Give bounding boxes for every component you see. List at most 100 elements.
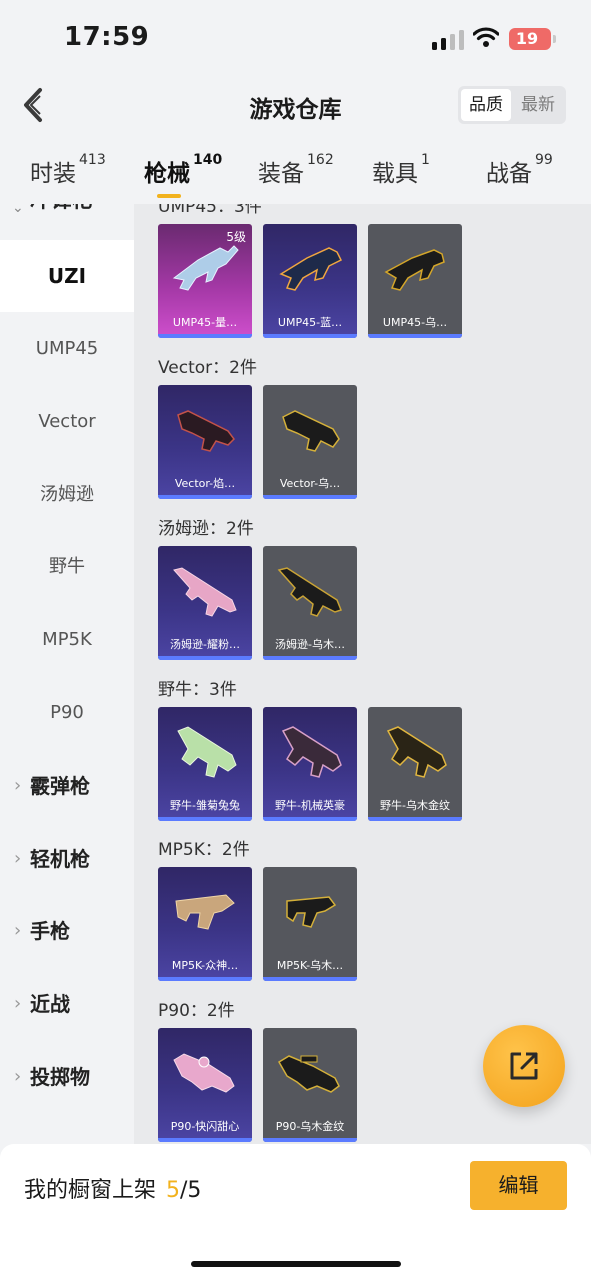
- smg-icon: [177, 726, 237, 778]
- rarity-bar: [158, 495, 252, 499]
- smg-icon: [279, 247, 343, 291]
- weapon-card[interactable]: Vector-焰…: [158, 385, 252, 499]
- tab-guns[interactable]: 枪械140: [144, 152, 223, 194]
- rarity-bar: [263, 817, 357, 821]
- weapon-card[interactable]: 野牛-雏菊兔兔: [158, 707, 252, 821]
- sort-newest-button[interactable]: 最新: [513, 89, 563, 121]
- weapon-name: P90-快闪甜心: [170, 1120, 240, 1133]
- tab-equipment[interactable]: 装备162: [258, 152, 334, 194]
- weapon-name: MP5K-众神…: [171, 959, 239, 972]
- smg-icon: [277, 1055, 340, 1093]
- share-button[interactable]: [483, 1025, 565, 1107]
- weapon-name: P90-乌木金纹: [275, 1120, 345, 1133]
- weapon-card[interactable]: MP5K-众神…: [158, 867, 252, 981]
- weapon-name: 汤姆逊-耀粉…: [170, 638, 240, 651]
- smg-icon: [282, 410, 340, 452]
- weapon-name: Vector-乌…: [279, 477, 341, 490]
- sidebar-category-label: 霰弹枪: [30, 774, 90, 798]
- sidebar-item-vector[interactable]: Vector: [0, 386, 134, 458]
- showcase-label: 我的橱窗上架 5/5: [24, 1172, 201, 1204]
- weapon-card[interactable]: 野牛-机械英豪: [263, 707, 357, 821]
- tab-supplies[interactable]: 战备99: [486, 152, 553, 194]
- weapon-name: 汤姆逊-乌木…: [275, 638, 345, 651]
- sidebar-category-shotgun[interactable]: › 霰弹枪: [0, 750, 134, 822]
- sidebar-category-label: 轻机枪: [30, 847, 90, 871]
- showcase-total-count: /5: [180, 1178, 202, 1203]
- sidebar-category-throwable[interactable]: › 投掷物: [0, 1041, 134, 1113]
- weapon-name: MP5K-乌木…: [276, 959, 344, 972]
- weapon-name: Vector-焰…: [174, 477, 236, 490]
- weapon-card[interactable]: MP5K-乌木…: [263, 867, 357, 981]
- sidebar-item-thompson[interactable]: 汤姆逊: [0, 459, 134, 531]
- sidebar-category-label: 近战: [30, 992, 70, 1016]
- weapon-name: UMP45-量…: [172, 316, 238, 329]
- tab-label: 载具: [372, 161, 418, 187]
- smg-icon: [286, 896, 337, 928]
- smg-icon: [177, 410, 235, 452]
- sidebar-item-p90[interactable]: P90: [0, 677, 134, 749]
- home-indicator[interactable]: [191, 1261, 401, 1267]
- showcase-current-count: 5: [166, 1178, 181, 1203]
- smg-icon: [173, 567, 237, 617]
- sidebar-category-lmg[interactable]: › 轻机枪: [0, 823, 134, 895]
- group-title-thompson: 汤姆逊：2件: [158, 519, 254, 539]
- active-tab-indicator: [157, 194, 181, 198]
- wifi-icon: [473, 27, 499, 47]
- weapon-level-badge: 5级: [226, 230, 246, 244]
- status-time: 17:59: [64, 22, 150, 52]
- sidebar-item-ump45[interactable]: UMP45: [0, 313, 134, 385]
- weapon-card[interactable]: 野牛-乌木金纹: [368, 707, 462, 821]
- weapon-card[interactable]: UMP45-蓝…: [263, 224, 357, 338]
- smg-icon: [277, 567, 342, 617]
- chevron-right-icon: ›: [14, 993, 22, 1014]
- weapon-card[interactable]: P90-快闪甜心: [158, 1028, 252, 1142]
- chevron-right-icon: ›: [14, 920, 22, 941]
- weapon-name: UMP45-蓝…: [277, 316, 343, 329]
- share-icon: [510, 1052, 538, 1080]
- sidebar-category-melee[interactable]: › 近战: [0, 968, 134, 1040]
- sidebar-category-pistol[interactable]: › 手枪: [0, 895, 134, 967]
- rarity-bar: [263, 656, 357, 660]
- tab-label: 装备: [258, 161, 304, 187]
- smg-icon: [173, 1053, 235, 1093]
- smg-icon: [384, 249, 445, 291]
- weapon-card[interactable]: UMP45-乌…: [368, 224, 462, 338]
- weapon-card[interactable]: 汤姆逊-乌木…: [263, 546, 357, 660]
- chevron-right-icon: ›: [14, 775, 22, 796]
- tab-count: 140: [193, 152, 223, 168]
- sidebar-item-uzi[interactable]: UZI: [0, 240, 134, 312]
- weapon-grid: UMP45：3件 5级 UMP45-量… UMP45-蓝… UMP45-乌… V…: [134, 204, 591, 1144]
- battery-level: 19: [515, 29, 539, 48]
- rarity-bar: [158, 1138, 252, 1142]
- sort-quality-button[interactable]: 品质: [461, 89, 511, 121]
- group-title-vector: Vector：2件: [158, 358, 257, 378]
- cellular-signal-icon: [432, 30, 464, 50]
- weapon-card[interactable]: Vector-乌…: [263, 385, 357, 499]
- battery-icon: 19: [509, 28, 556, 50]
- weapon-name: 野牛-机械英豪: [275, 799, 345, 812]
- status-bar: 17:59 19: [0, 0, 591, 72]
- tab-fashion[interactable]: 时装413: [30, 152, 106, 194]
- rarity-bar: [263, 334, 357, 338]
- smg-icon: [172, 245, 239, 291]
- weapon-card[interactable]: 汤姆逊-耀粉…: [158, 546, 252, 660]
- tab-label: 时装: [30, 161, 76, 187]
- edit-button[interactable]: 编辑: [470, 1161, 567, 1210]
- rarity-bar: [263, 495, 357, 499]
- rarity-bar: [158, 334, 252, 338]
- sidebar-category-smg[interactable]: 冲锋枪: [30, 204, 93, 214]
- chevron-right-icon: ›: [14, 1066, 22, 1087]
- sidebar-category-label: 投掷物: [30, 1065, 90, 1089]
- tab-vehicles[interactable]: 载具1: [372, 152, 430, 194]
- sidebar-category-label: 手枪: [30, 919, 70, 943]
- weapon-card[interactable]: 5级 UMP45-量…: [158, 224, 252, 338]
- smg-icon: [281, 726, 342, 778]
- sidebar-item-mp5k[interactable]: MP5K: [0, 604, 134, 676]
- tab-label: 枪械: [144, 161, 190, 187]
- weapon-card[interactable]: P90-乌木金纹: [263, 1028, 357, 1142]
- sidebar-item-bizon[interactable]: 野牛: [0, 531, 134, 603]
- group-title-mp5k: MP5K：2件: [158, 840, 250, 860]
- weapon-name: 野牛-乌木金纹: [380, 799, 450, 812]
- tab-count: 99: [535, 152, 553, 168]
- rarity-bar: [368, 334, 462, 338]
